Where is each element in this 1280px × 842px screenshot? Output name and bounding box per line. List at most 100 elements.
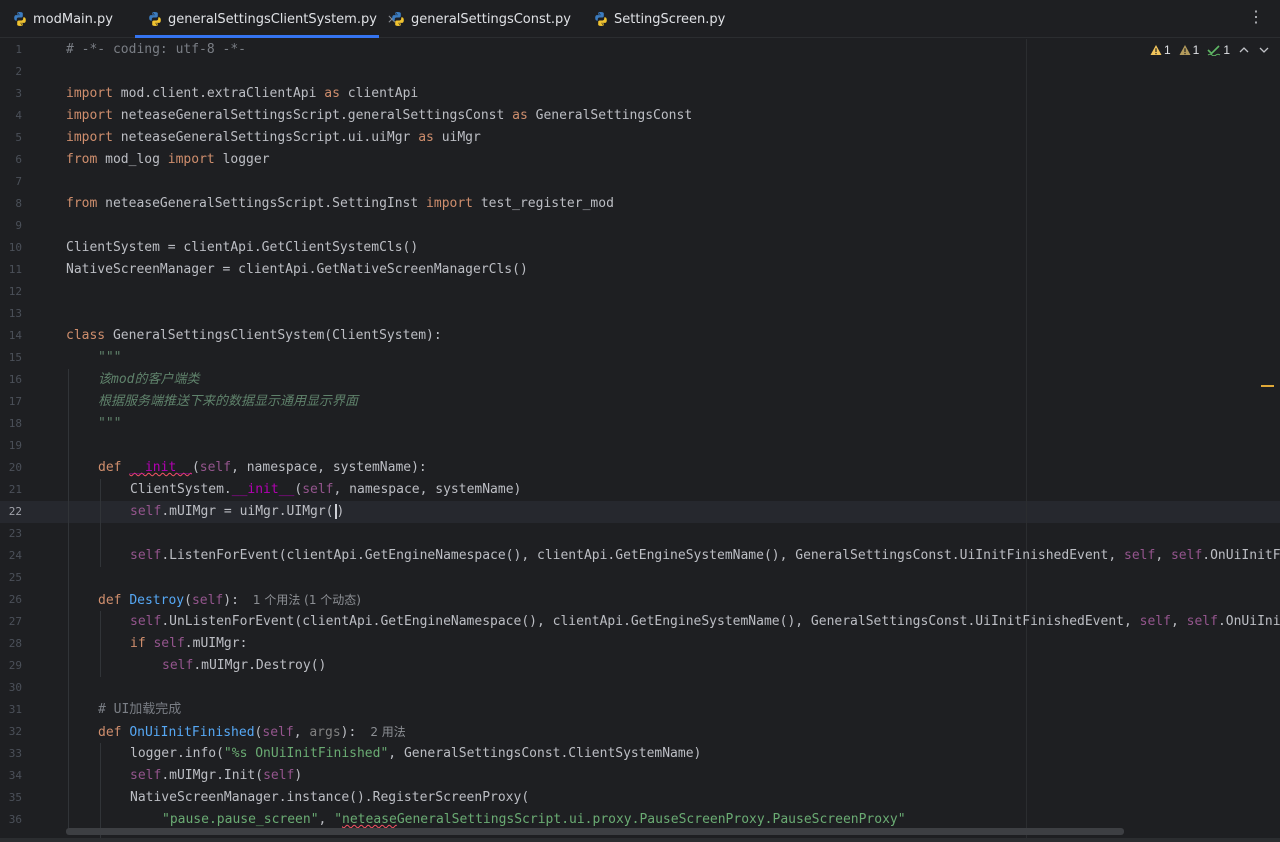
chevron-down-icon[interactable] bbox=[1258, 44, 1270, 56]
keyword: import bbox=[426, 196, 474, 211]
line-number[interactable]: 32 bbox=[0, 721, 22, 743]
line-number[interactable]: 22 bbox=[0, 501, 22, 523]
keyword: import bbox=[167, 152, 215, 167]
line-number[interactable]: 34 bbox=[0, 765, 22, 787]
alias-name: clientApi bbox=[347, 86, 419, 101]
self-keyword: self bbox=[130, 614, 162, 629]
line-number[interactable]: 14 bbox=[0, 325, 22, 347]
call-end: , GeneralSettingsConst.ClientSystemName) bbox=[388, 746, 702, 761]
line-number[interactable]: 13 bbox=[0, 303, 22, 325]
chevron-up-icon[interactable] bbox=[1238, 44, 1250, 56]
keyword: import bbox=[66, 86, 113, 101]
call: logger.info( bbox=[130, 746, 224, 761]
tab-modmain[interactable]: modMain.py bbox=[12, 0, 113, 38]
code-line-28: if self.mUIMgr: bbox=[130, 633, 247, 655]
horizontal-scrollbar[interactable] bbox=[66, 828, 1124, 835]
more-tabs-menu-icon[interactable]: ⋮ bbox=[1248, 8, 1264, 28]
python-file-icon bbox=[149, 12, 161, 26]
self-keyword: self bbox=[1186, 614, 1218, 629]
line-number[interactable]: 24 bbox=[0, 545, 22, 567]
line-number[interactable]: 25 bbox=[0, 567, 22, 589]
line-number[interactable]: 5 bbox=[0, 127, 22, 149]
line-number-gutter[interactable]: 1 2 3 4 5 6 7 8 9 10 11 12 13 14 15 16 17 18 19 20 21 22 23 24 2… bbox=[0, 39, 52, 842]
line-number[interactable]: 11 bbox=[0, 259, 22, 281]
alias-name: GeneralSettingsConst bbox=[535, 108, 693, 123]
line-number[interactable]: 31 bbox=[0, 699, 22, 721]
usage-hint[interactable]: 1 个用法 (1 个动态) bbox=[253, 593, 361, 607]
alias-name: uiMgr bbox=[441, 130, 481, 145]
code-line-18: """ bbox=[98, 416, 122, 431]
indent-guide bbox=[100, 479, 101, 567]
tab-label: generalSettingsConst.py bbox=[411, 11, 571, 27]
keyword: as bbox=[324, 86, 340, 101]
python-file-icon bbox=[14, 12, 26, 26]
code-line-35: NativeScreenManager.instance().RegisterS… bbox=[130, 790, 530, 805]
editor-tab-bar: modMain.py generalSettingsClientSystem.p… bbox=[0, 0, 1280, 38]
line-number[interactable]: 3 bbox=[0, 83, 22, 105]
code-line-8: from neteaseGeneralSettingsScript.Settin… bbox=[66, 193, 614, 215]
code-line-22: self.mUIMgr = uiMgr.UIMgr() bbox=[130, 501, 345, 523]
keyword: import bbox=[66, 108, 113, 123]
text-caret: ) bbox=[334, 504, 345, 519]
line-number[interactable]: 29 bbox=[0, 655, 22, 677]
line-number[interactable]: 36 bbox=[0, 809, 22, 831]
line-number[interactable]: 33 bbox=[0, 743, 22, 765]
self-keyword: self bbox=[199, 460, 232, 475]
tab-general-settings-client-system[interactable]: generalSettingsClientSystem.py × bbox=[135, 0, 397, 38]
line-number[interactable]: 27 bbox=[0, 611, 22, 633]
line-number[interactable]: 16 bbox=[0, 369, 22, 391]
line-number[interactable]: 28 bbox=[0, 633, 22, 655]
self-keyword: self bbox=[130, 504, 162, 519]
line-number[interactable]: 21 bbox=[0, 479, 22, 501]
line-number[interactable]: 15 bbox=[0, 347, 22, 369]
line-number[interactable]: 23 bbox=[0, 523, 22, 545]
weak-warning-count: 1 bbox=[1192, 43, 1200, 57]
line-number[interactable]: 8 bbox=[0, 193, 22, 215]
tab-label: generalSettingsClientSystem.py bbox=[168, 11, 377, 27]
line-number[interactable]: 4 bbox=[0, 105, 22, 127]
code-line-29: self.mUIMgr.Destroy() bbox=[162, 655, 326, 677]
keyword: def bbox=[98, 460, 122, 475]
inspection-widget[interactable]: 1 1 1 bbox=[1150, 43, 1270, 57]
line-number[interactable]: 12 bbox=[0, 281, 22, 303]
code-editor[interactable]: 1 2 3 4 5 6 7 8 9 10 11 12 13 14 15 16 17 18 19 20 21 22 23 24 2… bbox=[0, 39, 1280, 842]
typo-count: 1 bbox=[1223, 43, 1230, 57]
weak-warning-icon bbox=[1179, 45, 1191, 55]
line-number[interactable]: 35 bbox=[0, 787, 22, 809]
line-number[interactable]: 2 bbox=[0, 61, 22, 83]
typo-counter[interactable]: 1 bbox=[1207, 43, 1230, 57]
warning-stripe-marker[interactable] bbox=[1261, 385, 1274, 387]
code-line-3: import mod.client.extraClientApi as clie… bbox=[66, 83, 418, 105]
self-keyword: self bbox=[1139, 614, 1171, 629]
code-line-27: self.UnListenForEvent(clientApi.GetEngin… bbox=[130, 611, 1280, 633]
warning-counter[interactable]: 1 bbox=[1150, 43, 1171, 57]
function-name: OnUiInitFinished bbox=[129, 725, 255, 740]
keyword: from bbox=[66, 152, 98, 167]
tab-setting-screen[interactable]: SettingScreen.py bbox=[593, 0, 725, 38]
line-number[interactable]: 9 bbox=[0, 215, 22, 237]
code-line-4: import neteaseGeneralSettingsScript.gene… bbox=[66, 105, 692, 127]
line-number[interactable]: 20 bbox=[0, 457, 22, 479]
line-number[interactable]: 17 bbox=[0, 391, 22, 413]
line-number[interactable]: 30 bbox=[0, 677, 22, 699]
line-number[interactable]: 26 bbox=[0, 589, 22, 611]
weak-warning-counter[interactable]: 1 bbox=[1179, 43, 1200, 57]
code-line-11: NativeScreenManager = clientApi.GetNativ… bbox=[66, 262, 528, 277]
tab-label: modMain.py bbox=[33, 11, 113, 27]
keyword: class bbox=[66, 328, 106, 343]
line-number[interactable]: 19 bbox=[0, 435, 22, 457]
line-number[interactable]: 6 bbox=[0, 149, 22, 171]
line-number[interactable]: 1 bbox=[0, 39, 22, 61]
line-number[interactable]: 10 bbox=[0, 237, 22, 259]
self-keyword: self bbox=[263, 768, 295, 783]
line-number[interactable]: 18 bbox=[0, 413, 22, 435]
code-line-20: def __init__(self, namespace, systemName… bbox=[98, 460, 427, 475]
module-name: neteaseGeneralSettingsScript.SettingInst bbox=[105, 196, 419, 211]
module-name: neteaseGeneralSettingsScript.ui.uiMgr bbox=[120, 130, 411, 145]
string-literal: "%s OnUiInitFinished" bbox=[223, 746, 389, 761]
param-name: args bbox=[309, 725, 341, 740]
usage-hint[interactable]: 2 用法 bbox=[370, 725, 405, 739]
import-name: logger bbox=[222, 152, 270, 167]
tab-general-settings-const[interactable]: generalSettingsConst.py bbox=[390, 0, 571, 38]
line-number[interactable]: 7 bbox=[0, 171, 22, 193]
